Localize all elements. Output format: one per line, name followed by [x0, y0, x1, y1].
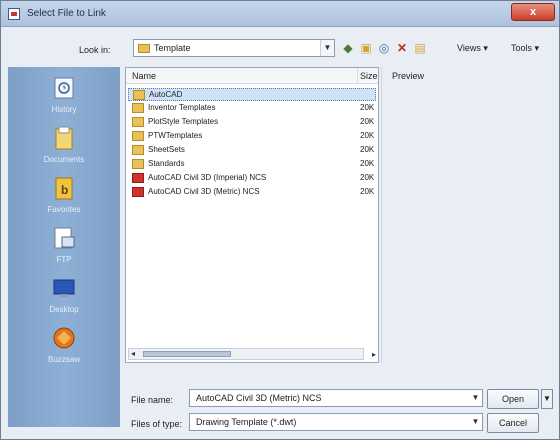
scroll-left-icon[interactable]: ◂	[131, 349, 135, 359]
chevron-down-icon[interactable]: ▼	[320, 40, 334, 56]
folder-icon	[138, 44, 150, 53]
look-in-dropdown[interactable]: Template ▼	[133, 39, 335, 57]
buzzsaw-icon	[53, 327, 75, 349]
documents-icon	[55, 126, 73, 150]
svg-text:b: b	[61, 183, 68, 197]
place-buzzsaw[interactable]: Buzzsaw	[8, 325, 120, 375]
title-bar: Select File to Link x	[1, 1, 559, 27]
file-type-value: Drawing Template (*.dwt)	[196, 417, 297, 427]
chevron-down-icon[interactable]: ▼	[469, 414, 482, 430]
file-type-label: Files of type:	[131, 419, 183, 429]
open-options-icon[interactable]: ▼	[541, 389, 553, 409]
list-item[interactable]: Standards 20K	[128, 158, 376, 171]
file-size: 20K	[360, 103, 375, 112]
search-web-icon[interactable]: ◎	[377, 41, 391, 55]
file-size: 20K	[360, 159, 375, 168]
file-name: PTWTemplates	[148, 131, 203, 140]
places-bar: History Documents b Favorites FTP Deskto…	[8, 67, 120, 427]
file-type-select[interactable]: Drawing Template (*.dwt) ▼	[189, 413, 483, 431]
folder-icon	[132, 131, 144, 141]
list-item[interactable]: PTWTemplates 20K	[128, 130, 376, 143]
place-desktop[interactable]: Desktop	[8, 275, 120, 325]
column-header-size[interactable]: Size	[358, 68, 378, 84]
place-label: Documents	[43, 155, 85, 164]
folder-icon	[132, 159, 144, 169]
file-name: SheetSets	[148, 145, 185, 154]
ftp-icon	[54, 227, 75, 249]
file-name-value: AutoCAD Civil 3D (Metric) NCS	[196, 393, 322, 403]
template-file-icon	[132, 187, 144, 197]
file-list[interactable]: Name Size AutoCAD Inventor Templates 20K…	[125, 67, 379, 363]
up-folder-icon[interactable]: ▣	[359, 41, 373, 55]
open-button[interactable]: Open	[487, 389, 539, 409]
file-name-label: File name:	[131, 395, 174, 405]
preview-pane: Preview	[381, 67, 553, 363]
file-name: AutoCAD	[149, 90, 183, 99]
file-name: Standards	[148, 159, 185, 168]
place-label: Buzzsaw	[47, 355, 80, 364]
file-size: 20K	[360, 131, 375, 140]
favorites-icon: b	[55, 177, 73, 200]
place-history[interactable]: History	[8, 75, 120, 125]
desktop-icon	[53, 279, 75, 297]
list-item[interactable]: AutoCAD	[128, 88, 376, 101]
file-size: 20K	[360, 145, 375, 154]
file-name: AutoCAD Civil 3D (Imperial) NCS	[148, 173, 267, 182]
window-title: Select File to Link	[27, 8, 106, 19]
place-label: FTP	[56, 255, 72, 264]
chevron-down-icon[interactable]: ▼	[469, 390, 482, 406]
horizontal-scrollbar[interactable]: ◂	[128, 348, 364, 360]
place-documents[interactable]: Documents	[8, 125, 120, 175]
file-name: AutoCAD Civil 3D (Metric) NCS	[148, 187, 260, 196]
list-item[interactable]: AutoCAD Civil 3D (Imperial) NCS 20K	[128, 172, 376, 185]
app-icon	[8, 8, 20, 20]
folder-icon	[132, 117, 144, 127]
list-item[interactable]: AutoCAD Civil 3D (Metric) NCS 20K	[128, 186, 376, 199]
scroll-right-icon[interactable]: ▸	[372, 350, 376, 359]
history-icon	[54, 77, 74, 99]
place-label: History	[51, 105, 77, 114]
place-ftp[interactable]: FTP	[8, 225, 120, 275]
close-button[interactable]: x	[511, 3, 555, 21]
place-label: Desktop	[49, 305, 79, 314]
list-item[interactable]: SheetSets 20K	[128, 144, 376, 157]
file-size: 20K	[360, 117, 375, 126]
new-folder-icon[interactable]: ▤	[413, 41, 427, 55]
place-favorites[interactable]: b Favorites	[8, 175, 120, 225]
file-name: PlotStyle Templates	[148, 117, 219, 126]
views-menu[interactable]: Views ▾	[457, 43, 488, 54]
file-name-input[interactable]: AutoCAD Civil 3D (Metric) NCS ▼	[189, 389, 483, 407]
back-icon[interactable]: ◆	[341, 41, 355, 55]
cancel-button[interactable]: Cancel	[487, 413, 539, 433]
folder-icon	[132, 145, 144, 155]
look-in-label: Look in:	[79, 45, 111, 55]
tools-label: Tools	[511, 43, 533, 53]
views-label: Views	[457, 43, 481, 53]
file-name: Inventor Templates	[148, 103, 216, 112]
folder-icon	[133, 90, 145, 100]
tools-menu[interactable]: Tools ▾	[511, 43, 539, 54]
file-dialog-window: Select File to Link x Look in: Template …	[0, 0, 560, 440]
preview-label: Preview	[392, 71, 425, 81]
place-label: Favorites	[47, 205, 81, 214]
delete-icon[interactable]: ✕	[395, 41, 409, 55]
column-header-name[interactable]: Name	[126, 68, 358, 84]
look-in-value: Template	[154, 43, 191, 53]
list-item[interactable]: Inventor Templates 20K	[128, 102, 376, 115]
scroll-thumb[interactable]	[143, 351, 231, 357]
file-size: 20K	[360, 187, 375, 196]
file-size: 20K	[360, 173, 375, 182]
list-item[interactable]: PlotStyle Templates 20K	[128, 116, 376, 129]
template-file-icon	[132, 173, 144, 183]
folder-icon	[132, 103, 144, 113]
